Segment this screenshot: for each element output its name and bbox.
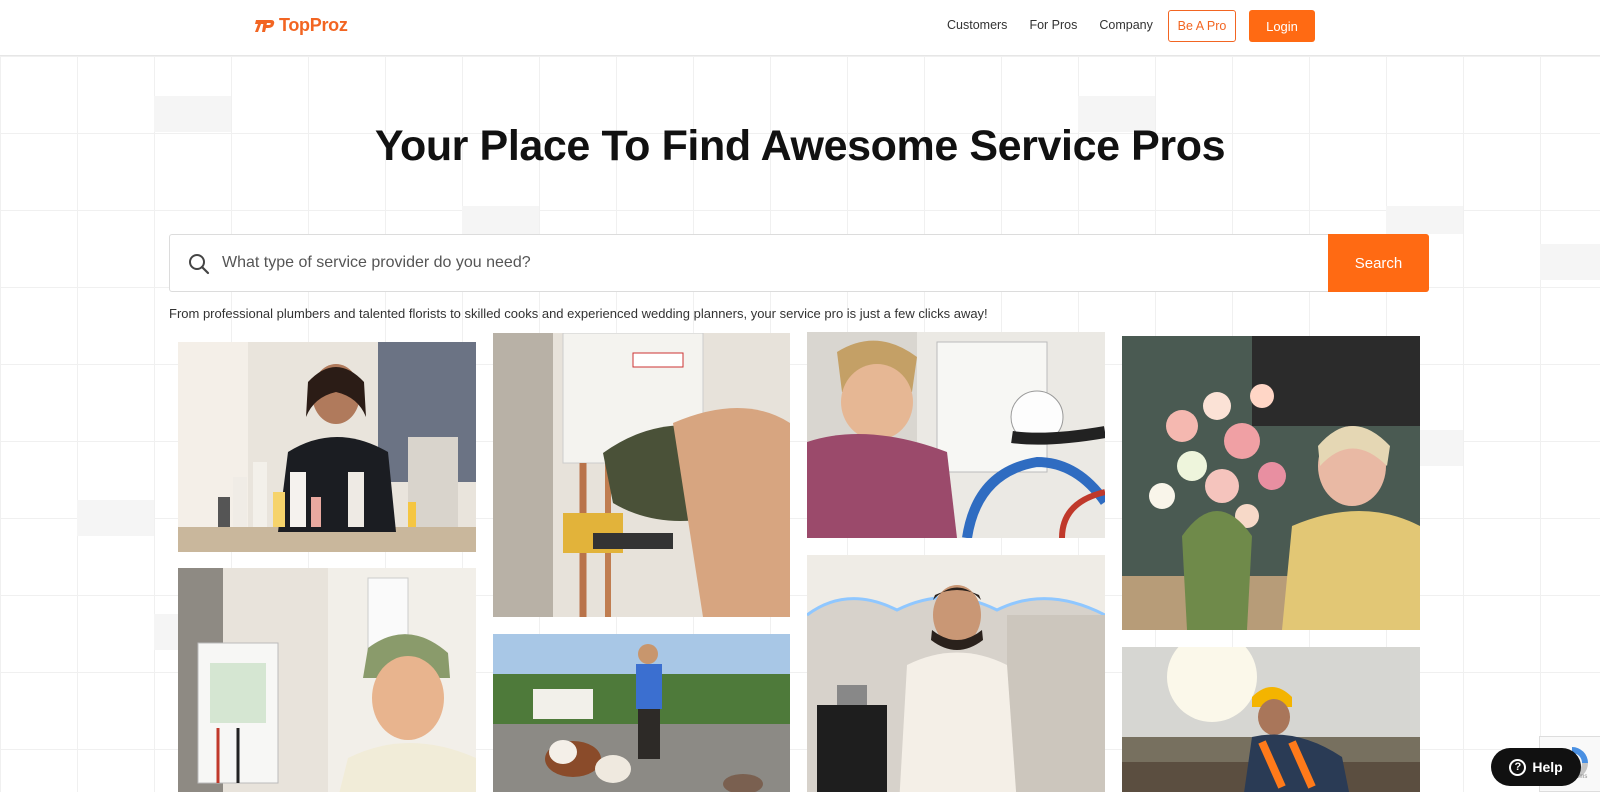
electrician-image: [178, 568, 476, 792]
grid-cell: [1540, 244, 1600, 280]
nav-customers[interactable]: Customers: [947, 18, 1007, 32]
question-mark-icon: ?: [1509, 758, 1527, 776]
search-bar: Search: [169, 234, 1429, 292]
tagline: From professional plumbers and talented …: [169, 306, 988, 321]
water-heater-tech-image: [493, 333, 790, 617]
photo-hvac-tech[interactable]: [807, 332, 1105, 538]
login-button[interactable]: Login: [1249, 10, 1315, 42]
grid-cell: [462, 206, 539, 234]
help-label: Help: [1532, 759, 1563, 775]
search-icon: [189, 254, 210, 275]
beauty-pro-image: [178, 342, 476, 552]
nav-for-pros[interactable]: For Pros: [1029, 18, 1077, 32]
nav-company[interactable]: Company: [1099, 18, 1153, 32]
photo-dog-walker[interactable]: [493, 634, 790, 792]
help-button[interactable]: ? Help: [1491, 748, 1581, 786]
hvac-tech-image: [807, 332, 1105, 538]
grid-cell: [1386, 206, 1463, 234]
photo-wedding-planner[interactable]: [807, 555, 1105, 792]
top-navbar: TopProz Customers For Pros Company Be A …: [0, 0, 1600, 56]
roofer-image: [1122, 647, 1420, 792]
grid-cell: [77, 500, 154, 536]
search-button[interactable]: Search: [1328, 234, 1429, 292]
wedding-planner-image: [807, 555, 1105, 792]
page-title: Your Place To Find Awesome Service Pros: [374, 122, 1226, 170]
logo[interactable]: TopProz: [254, 14, 348, 36]
photo-roofer[interactable]: [1122, 647, 1420, 792]
dog-walker-image: [493, 634, 790, 792]
photo-florist[interactable]: [1122, 336, 1420, 630]
be-a-pro-button[interactable]: Be A Pro: [1168, 10, 1236, 42]
page: TopProz Customers For Pros Company Be A …: [0, 0, 1600, 792]
photo-electrician[interactable]: [178, 568, 476, 792]
florist-image: [1122, 336, 1420, 630]
search-input[interactable]: [222, 235, 1322, 291]
logo-mark-icon: [255, 20, 275, 32]
photo-water-heater-tech[interactable]: [493, 333, 790, 617]
photo-beauty-pro[interactable]: [178, 342, 476, 552]
logo-text: TopProz: [279, 14, 348, 35]
main-nav: Customers For Pros Company: [947, 18, 1153, 32]
